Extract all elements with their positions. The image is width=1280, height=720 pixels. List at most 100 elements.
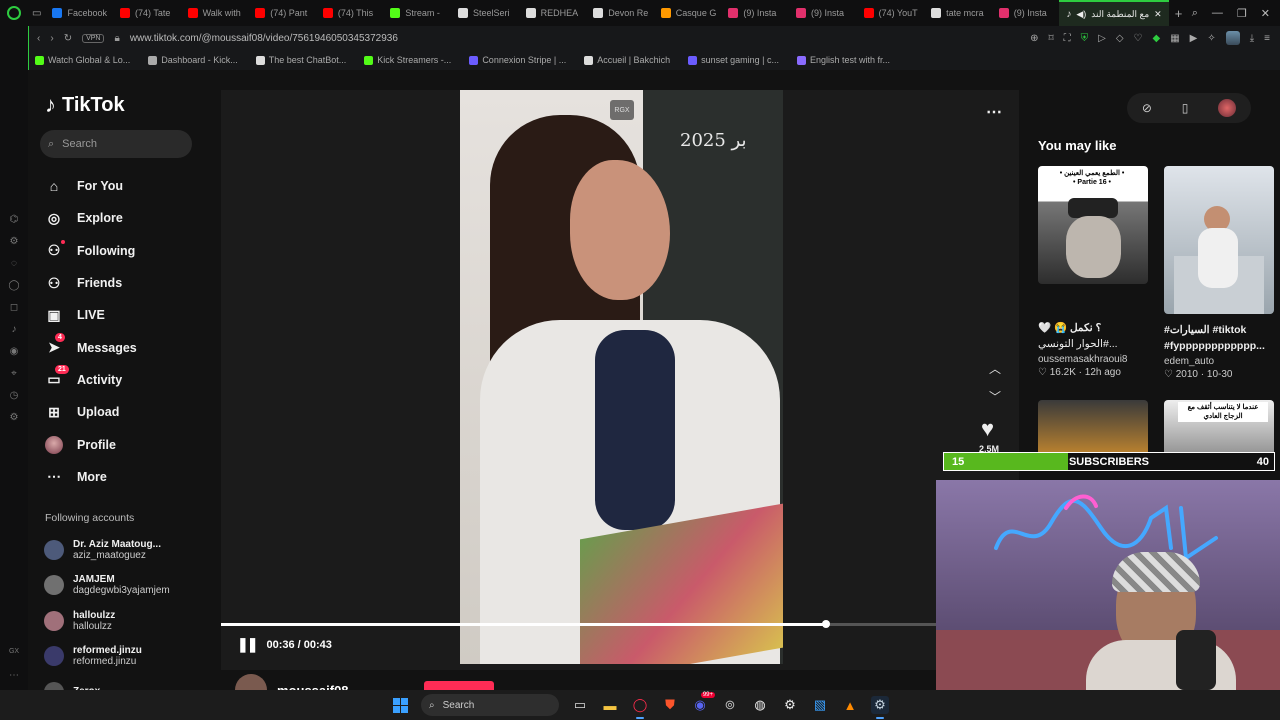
nav-item-for-you[interactable]: ⌂ For You [45, 170, 215, 202]
speaker-icon[interactable]: ◀) [1076, 9, 1086, 20]
zoom-icon[interactable]: ⊕ [1030, 33, 1038, 44]
browser-tab[interactable]: (9) Insta [992, 0, 1060, 26]
gear-icon[interactable]: ⚙ [7, 410, 21, 424]
pin-icon[interactable]: ⌖ [7, 366, 21, 380]
thumbnail[interactable]: عندما لا يتناسب أثقف مع الزجاج العادي [1164, 400, 1274, 460]
minimize-icon[interactable]: — [1212, 7, 1223, 20]
forward-icon[interactable]: › [50, 33, 53, 44]
instagram-icon[interactable]: ◻ [7, 300, 21, 314]
card-user[interactable]: edem_auto [1164, 356, 1276, 367]
video-player[interactable]: 2025 بر RGX ⋯ ︿ ﹀ ♥ 2.5M ❚❚ 00:36 / 00:4… [221, 90, 1019, 670]
side-more-icon[interactable]: ⋯ [7, 668, 21, 682]
author-avatar[interactable] [235, 674, 267, 690]
following-account[interactable]: Dr. Aziz Maatoug... aziz_maatoguez [44, 532, 204, 568]
more-options-icon[interactable]: ⋯ [986, 102, 1002, 122]
adblock-shield-icon[interactable]: ⛨ [1081, 33, 1089, 44]
menu-icon[interactable]: ≡ [1264, 33, 1270, 44]
bookmark-item[interactable]: English test with fr... [796, 55, 890, 65]
vlc-icon[interactable]: ▲ [841, 696, 859, 714]
new-tab-icon[interactable]: + [1169, 6, 1189, 21]
ext-badge-icon[interactable]: ▦ [1170, 33, 1179, 44]
puzzle-icon[interactable]: ✧ [1207, 33, 1215, 44]
compass-icon[interactable]: ⊘ [1142, 101, 1152, 115]
bookmark-item[interactable]: Connexion Stripe | ... [469, 55, 566, 65]
settings-icon[interactable]: ⚙ [7, 234, 21, 248]
gx-control-icon[interactable]: ◆ [1152, 33, 1160, 44]
nav-item-friends[interactable]: ⚇ Friends [45, 267, 215, 299]
browser-tab[interactable]: Stream - [383, 0, 451, 26]
close-tab-icon[interactable]: ✕ [1154, 9, 1162, 20]
nav-item-profile[interactable]: Profile [45, 428, 215, 460]
following-account[interactable]: Zerox [44, 674, 204, 690]
like-heart-icon[interactable]: ♥ [981, 416, 994, 442]
browser-tab[interactable]: (74) This [316, 0, 384, 26]
browser-tab[interactable]: (74) Pant [248, 0, 316, 26]
opera-gx-logo-icon[interactable] [0, 0, 28, 26]
browser-tab[interactable]: REDHEA [519, 0, 587, 26]
steam-icon[interactable]: ⚙ [871, 696, 889, 719]
bookmark-item[interactable]: Watch Global & Lo... [35, 55, 130, 65]
file-explorer-icon[interactable]: ▬ [601, 696, 619, 714]
browser-tab[interactable]: SteelSeri [451, 0, 519, 26]
reload-icon[interactable]: ↻ [64, 33, 72, 44]
url-field[interactable]: www.tiktok.com/@moussaif08/video/7561946… [130, 33, 398, 44]
bookmark-item[interactable]: sunset gaming | c... [688, 55, 779, 65]
thumbnail[interactable]: • الطمع يعمي العينين • • Partie 16 • [1038, 166, 1148, 284]
phone-icon[interactable]: ▯ [1182, 101, 1189, 115]
bookmark-icon[interactable]: ⌑ [1048, 33, 1053, 44]
following-account[interactable]: halloulzz halloulzz [44, 603, 204, 639]
tiktok-logo[interactable]: ♪ TikTok [45, 92, 125, 118]
suggested-video-card[interactable]: • الطمع يعمي العينين • • Partie 16 • 🤍 😭… [1038, 166, 1150, 378]
heart-icon[interactable]: ♡ [1134, 33, 1143, 44]
user-avatar[interactable] [1218, 99, 1237, 117]
suggested-video-card[interactable]: عندما لا يتناسب أثقف مع الزجاج العادي [1164, 400, 1276, 460]
paint-icon[interactable]: ▧ [811, 696, 829, 714]
play-icon[interactable]: ▷ [1098, 33, 1106, 44]
progress-knob[interactable] [821, 620, 830, 628]
messenger-icon[interactable]: ◌ [7, 256, 21, 270]
active-tab[interactable]: ♪ ◀) مع المنطمة الند ✕ [1059, 0, 1169, 26]
bookmark-item[interactable]: Dashboard - Kick... [148, 55, 238, 65]
search-tabs-icon[interactable]: ⌕ [1192, 7, 1198, 20]
nav-item-upload[interactable]: ⊞ Upload [45, 396, 215, 428]
tab-menu-icon[interactable]: ▭ [28, 0, 45, 26]
gx-label[interactable]: GX [7, 644, 21, 658]
vpn-badge[interactable]: VPN [82, 33, 105, 43]
player-side-icon[interactable]: ◉ [7, 344, 21, 358]
restore-icon[interactable]: ❐ [1237, 7, 1247, 20]
video-progress-bar[interactable] [221, 620, 941, 628]
discord-icon[interactable]: ◉ 99+ [691, 692, 715, 714]
close-window-icon[interactable]: ✕ [1261, 7, 1270, 20]
bookmark-item[interactable]: Kick Streamers -... [364, 55, 451, 65]
browser-tab[interactable]: tate mcra [924, 0, 992, 26]
chevron-up-icon[interactable]: ︿ [989, 360, 1001, 377]
browser-tab[interactable]: (74) YouT [857, 0, 925, 26]
nav-item-live[interactable]: ▣ LIVE [45, 299, 215, 331]
snapshot-icon[interactable]: ⛶ [1064, 33, 1071, 44]
browser-tab[interactable]: (9) Insta [789, 0, 857, 26]
nav-item-explore[interactable]: ◎ Explore [45, 202, 215, 234]
bookmark-item[interactable]: The best ChatBot... [255, 55, 346, 65]
nav-item-more[interactable]: ⋯ More [45, 461, 215, 493]
whatsapp-icon[interactable]: ◯ [7, 278, 21, 292]
opera-gx-icon[interactable]: ◯ [631, 696, 649, 719]
chevron-down-icon[interactable]: ﹀ [989, 388, 1001, 405]
task-view-icon[interactable]: ▭ [571, 696, 589, 714]
thumbnail[interactable] [1038, 400, 1148, 460]
history-icon[interactable]: ◷ [7, 388, 21, 402]
bookmark-item[interactable]: Accueil | Bakchich [584, 55, 670, 65]
obs-icon[interactable]: ◍ [751, 696, 769, 714]
author-name[interactable]: moussaif08 [277, 683, 349, 691]
download-icon[interactable]: ⤓ [1250, 33, 1254, 44]
following-account[interactable]: JAMJEM dagdegwbi3yajamjem [44, 568, 204, 604]
search-input[interactable]: ⌕ Search [40, 130, 192, 158]
windows-start-icon[interactable] [391, 696, 409, 714]
player-icon[interactable]: ▶ [1190, 33, 1198, 44]
browser-tab[interactable]: Walk with [181, 0, 249, 26]
nav-item-messages[interactable]: ➤ 4 Messages [45, 331, 215, 363]
video-frame[interactable]: 2025 بر RGX [460, 90, 783, 664]
account-avatar[interactable] [1225, 31, 1240, 45]
taskbar-search[interactable]: ⌕ Search [421, 694, 559, 716]
settings-gear-icon[interactable]: ⚙ [781, 696, 799, 714]
pause-icon[interactable]: ❚❚ [237, 636, 259, 653]
